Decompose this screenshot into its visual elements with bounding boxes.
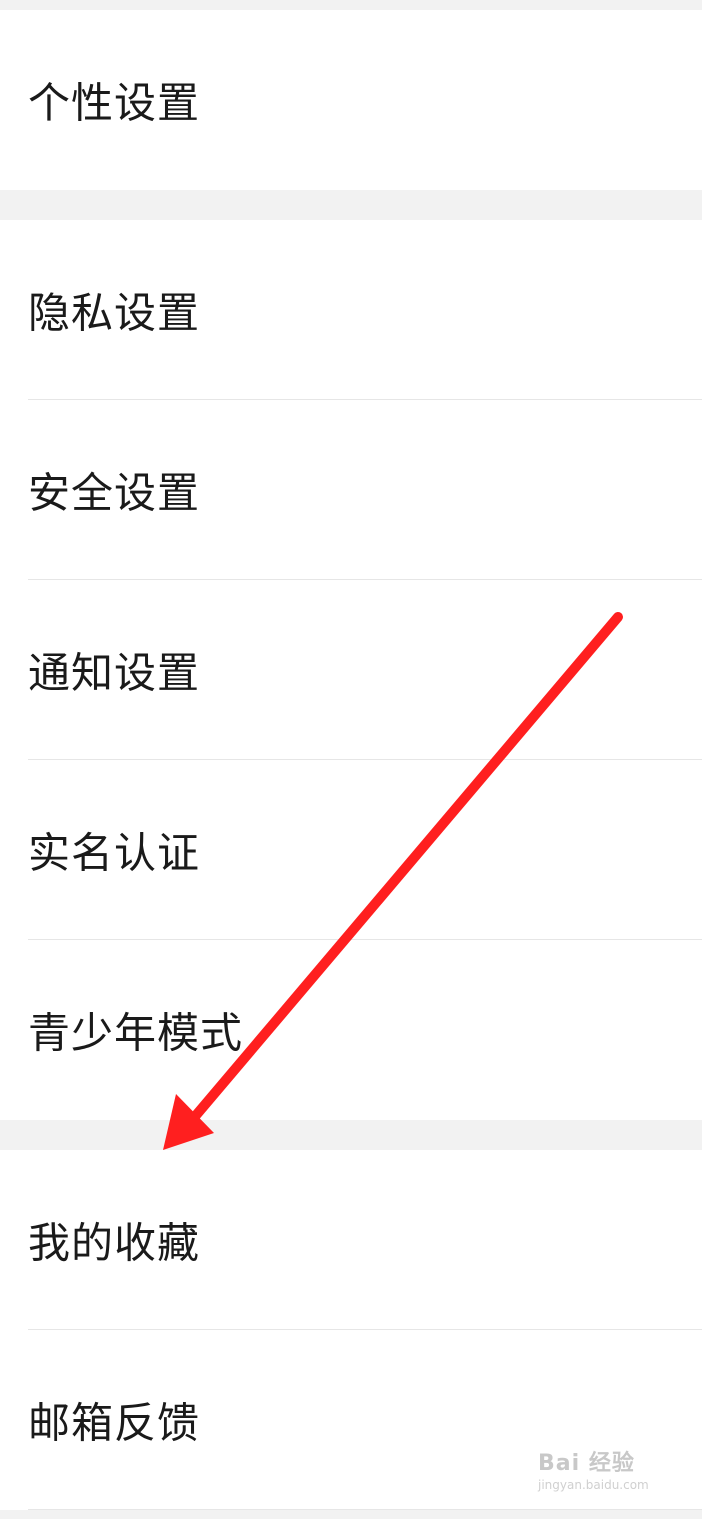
settings-item-label: 个性设置	[28, 78, 201, 128]
settings-item-teen-mode[interactable]: 青少年模式	[0, 940, 702, 1120]
settings-item-label: 青少年模式	[28, 1008, 244, 1058]
settings-item-label: 通知设置	[28, 648, 201, 698]
settings-item-my-favorites[interactable]: 我的收藏	[0, 1150, 702, 1330]
settings-item-notifications[interactable]: 通知设置	[0, 580, 702, 760]
settings-item-label: 实名认证	[28, 828, 201, 878]
settings-item-personalization[interactable]: 个性设置	[0, 10, 702, 190]
watermark-url: jingyan.baidu.com	[538, 1478, 649, 1492]
settings-item-label: 安全设置	[28, 468, 201, 518]
settings-group-account: 隐私设置 安全设置 通知设置 实名认证 青少年模式	[0, 220, 702, 1120]
settings-item-label: 隐私设置	[28, 288, 201, 338]
settings-group-personal: 个性设置	[0, 10, 702, 190]
baidu-jingyan-watermark: Bai 经验 jingyan.baidu.com	[538, 1450, 698, 1510]
settings-item-real-name-verification[interactable]: 实名认证	[0, 760, 702, 940]
settings-item-privacy[interactable]: 隐私设置	[0, 220, 702, 400]
settings-item-label: 我的收藏	[28, 1218, 201, 1268]
settings-item-security[interactable]: 安全设置	[0, 400, 702, 580]
settings-item-label: 邮箱反馈	[28, 1398, 201, 1448]
watermark-text: Bai 经验	[538, 1451, 635, 1476]
